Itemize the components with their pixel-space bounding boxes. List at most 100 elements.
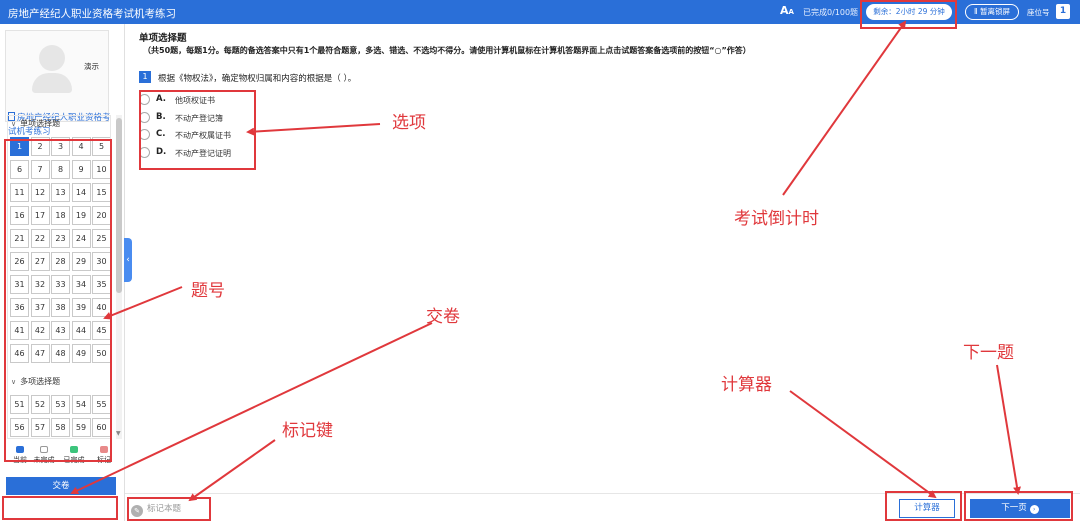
question-number-cell[interactable]: 49 <box>71 344 91 363</box>
question-number-cell[interactable]: 43 <box>51 321 70 340</box>
annotation-submit-label: 交卷 <box>426 307 460 327</box>
collapse-sidebar-icon[interactable]: ‹ <box>124 238 132 282</box>
question-number-cell[interactable]: 30 <box>92 252 110 271</box>
question-number-cell[interactable]: 48 <box>51 344 70 363</box>
question-number-cell[interactable]: 28 <box>51 252 70 271</box>
question-number-cell[interactable]: 54 <box>71 395 91 414</box>
question-number-cell[interactable]: 13 <box>51 183 70 202</box>
submit-exam-button[interactable]: 交卷 <box>6 477 116 495</box>
option-a[interactable]: A. 他项权证书 <box>139 92 254 110</box>
question-number-cell[interactable]: 20 <box>92 206 110 225</box>
question-navigator: ∨ 单项选择题 1 2 3 4 5 6 7 8 9 10 11 12 13 14 15 16 17 18 19 20 21… <box>7 115 111 439</box>
legend-unfinished: 未完成 <box>30 446 58 465</box>
question-number-cell[interactable]: 33 <box>51 275 70 294</box>
question-number-cell[interactable]: 19 <box>71 206 91 225</box>
question-number-cell[interactable]: 12 <box>30 183 50 202</box>
question-number-cell[interactable]: 10 <box>92 160 110 179</box>
option-d[interactable]: D. 不动产登记证明 <box>139 145 254 163</box>
mark-question-button[interactable]: ✎ 标记本题 <box>131 501 209 517</box>
question-number-cell[interactable]: 34 <box>71 275 91 294</box>
annotation-options-label: 选项 <box>392 113 426 133</box>
radio-button[interactable] <box>139 111 150 123</box>
question-number-cell[interactable]: 51 <box>10 395 29 414</box>
radio-button[interactable] <box>139 94 150 105</box>
question-number-cell[interactable]: 27 <box>30 252 50 271</box>
question-number-cell[interactable]: 8 <box>51 160 70 179</box>
scroll-down-icon[interactable]: ▼ <box>116 430 121 437</box>
next-label: 下一页 <box>1001 503 1027 513</box>
legend-label: 已完成 <box>63 456 85 464</box>
question-number-cell[interactable]: 47 <box>30 344 50 363</box>
chevron-down-icon: ∨ <box>11 378 17 386</box>
legend-marked: 标记 <box>90 446 118 465</box>
legend-label: 标记 <box>97 456 111 464</box>
radio-button[interactable] <box>139 146 150 158</box>
question-number-cell[interactable]: 14 <box>71 183 91 202</box>
question-number-cell[interactable]: 53 <box>51 395 70 414</box>
question-number-cell[interactable]: 32 <box>30 275 50 294</box>
question-number-cell[interactable]: 3 <box>51 137 70 156</box>
calculator-button[interactable]: 计算器 <box>899 499 955 518</box>
question-number-cell[interactable]: 57 <box>30 418 50 437</box>
question-number-cell[interactable]: 25 <box>92 229 110 248</box>
question-number-cell[interactable]: 9 <box>71 160 91 179</box>
question-number-cell[interactable]: 39 <box>71 298 91 317</box>
scrollbar-thumb[interactable] <box>116 118 122 293</box>
question-number-cell[interactable]: 42 <box>30 321 50 340</box>
question-number-cell[interactable]: 59 <box>71 418 91 437</box>
question-number-cell[interactable]: 22 <box>30 229 50 248</box>
question-number-cell[interactable]: 11 <box>10 183 29 202</box>
question-number-cell[interactable]: 1 <box>10 137 29 156</box>
annotation-countdown-label: 考试倒计时 <box>734 209 819 229</box>
question-number-cell[interactable]: 18 <box>51 206 70 225</box>
question-number-cell[interactable]: 41 <box>10 321 29 340</box>
radio-button[interactable] <box>139 129 150 140</box>
section-title-multi[interactable]: ∨ 多项选择题 <box>11 376 60 387</box>
question-number-cell[interactable]: 23 <box>51 229 70 248</box>
candidate-photo: 演示 <box>5 30 109 122</box>
question-number-cell[interactable]: 38 <box>51 298 70 317</box>
option-letter: B. <box>156 111 166 122</box>
question-number-cell[interactable]: 58 <box>51 418 70 437</box>
progress-text: 已完成0/100题 <box>803 8 859 17</box>
question-number-cell[interactable]: 7 <box>30 160 50 179</box>
font-size-glyph[interactable]: A <box>780 4 789 17</box>
question-number-cell[interactable]: 4 <box>71 137 91 156</box>
status-legend: 当前 未完成 已完成 标记 <box>6 446 118 468</box>
question-number-badge: 1 <box>139 71 151 83</box>
section-title-single[interactable]: ∨ 单项选择题 <box>11 118 60 129</box>
question-number-cell[interactable]: 50 <box>92 344 110 363</box>
question-number-cell[interactable]: 16 <box>10 206 29 225</box>
question-number-cell[interactable]: 44 <box>71 321 91 340</box>
question-number-cell[interactable]: 5 <box>92 137 110 156</box>
question-number-cell[interactable]: 36 <box>10 298 29 317</box>
font-size-icon[interactable]: AA <box>780 4 794 17</box>
question-number-cell[interactable]: 26 <box>10 252 29 271</box>
question-number-cell[interactable]: 55 <box>92 395 110 414</box>
pause-lock-button[interactable]: Ⅱ 暂离锁屏 <box>965 4 1019 20</box>
option-text: 他项权证书 <box>175 96 215 105</box>
avatar-head-icon <box>39 45 65 71</box>
question-number-cell[interactable]: 17 <box>30 206 50 225</box>
question-number-cell[interactable]: 45 <box>92 321 110 340</box>
question-number-cell[interactable]: 40 <box>92 298 110 317</box>
question-number-cell[interactable]: 29 <box>71 252 91 271</box>
question-number-cell[interactable]: 60 <box>92 418 110 437</box>
option-text: 不动产权属证书 <box>175 131 231 140</box>
question-number-cell[interactable]: 52 <box>30 395 50 414</box>
next-page-button[interactable]: 下一页 › <box>970 499 1070 518</box>
question-number-cell[interactable]: 6 <box>10 160 29 179</box>
question-number-cell[interactable]: 37 <box>30 298 50 317</box>
question-number-cell[interactable]: 15 <box>92 183 110 202</box>
legend-swatch <box>70 446 78 453</box>
question-number-cell[interactable]: 24 <box>71 229 91 248</box>
option-b[interactable]: B. 不动产登记簿 <box>139 110 254 128</box>
question-number-cell[interactable]: 31 <box>10 275 29 294</box>
question-number-cell[interactable]: 21 <box>10 229 29 248</box>
question-number-cell[interactable]: 2 <box>30 137 50 156</box>
option-c[interactable]: C. 不动产权属证书 <box>139 127 254 145</box>
question-number-cell[interactable]: 46 <box>10 344 29 363</box>
question-number-cell[interactable]: 56 <box>10 418 29 437</box>
top-bar: 房地产经纪人职业资格考试机考练习 AA 已完成0/100题 剩余：2小时 29 … <box>0 0 1080 24</box>
question-number-cell[interactable]: 35 <box>92 275 110 294</box>
